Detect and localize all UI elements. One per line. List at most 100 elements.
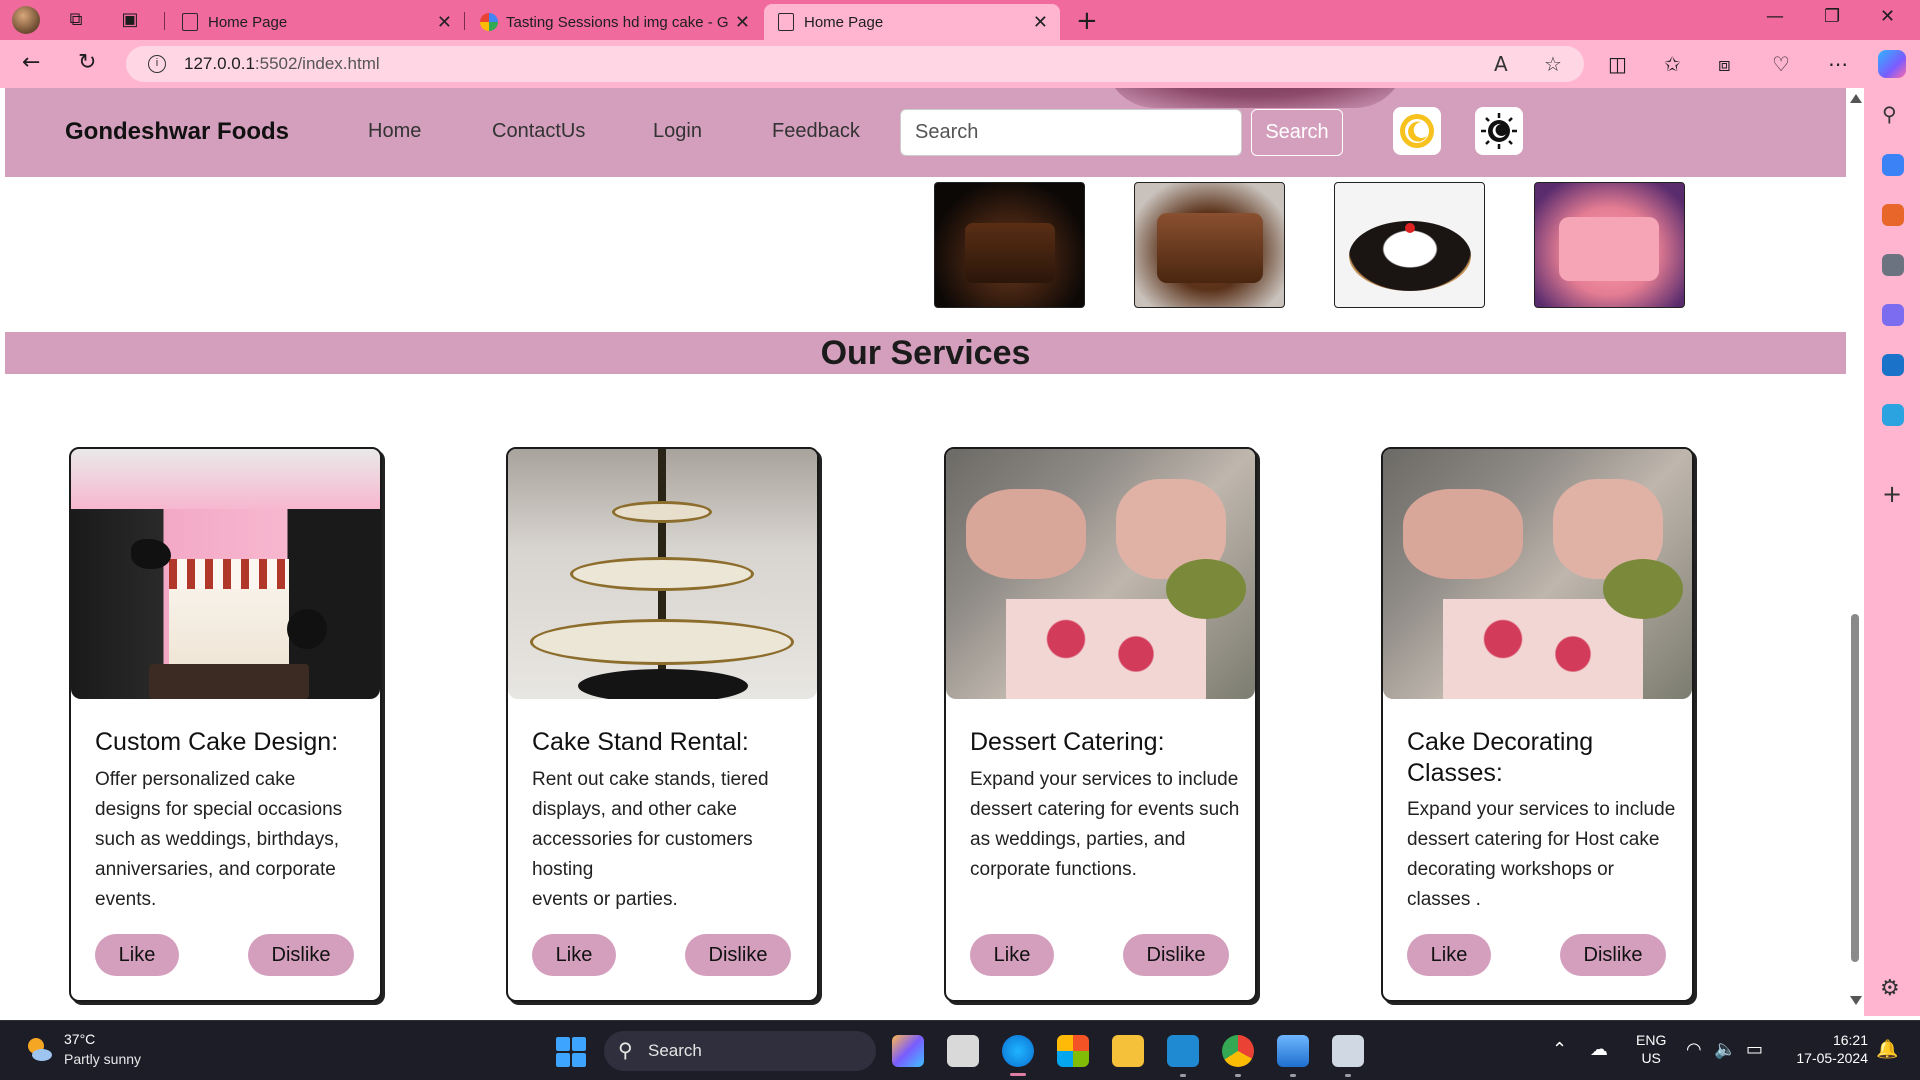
partly-sunny-icon[interactable] bbox=[24, 1035, 54, 1065]
tab-actions-icon[interactable]: ▣ bbox=[118, 8, 142, 32]
games-icon[interactable] bbox=[1882, 254, 1904, 276]
copilot-app-icon[interactable] bbox=[892, 1035, 924, 1067]
chrome-icon[interactable] bbox=[1222, 1035, 1254, 1067]
tab-separator bbox=[164, 12, 165, 30]
refresh-icon[interactable]: ↻ bbox=[78, 50, 96, 75]
dark-mode-icon[interactable] bbox=[1475, 107, 1523, 155]
split-screen-icon[interactable]: ◫ bbox=[1608, 52, 1627, 76]
search-icon[interactable]: ⚲ bbox=[1882, 102, 1897, 126]
address-bar: ← ↻ i 127.0.0.1:5502/index.html A ☆ ◫ ✩ … bbox=[0, 40, 1920, 88]
vscode-icon[interactable] bbox=[1167, 1035, 1199, 1067]
site-search-input[interactable] bbox=[900, 109, 1242, 156]
site-search-button[interactable]: Search bbox=[1251, 109, 1343, 156]
browser-essentials-icon[interactable]: ♡ bbox=[1772, 52, 1790, 76]
file-explorer-gray-icon[interactable] bbox=[947, 1035, 979, 1067]
like-button[interactable]: Like bbox=[970, 934, 1054, 976]
close-tab-icon[interactable]: ✕ bbox=[1033, 12, 1048, 33]
like-button[interactable]: Like bbox=[532, 934, 616, 976]
new-tab-icon[interactable]: + bbox=[1076, 6, 1098, 36]
onedrive-icon[interactable]: ☁ bbox=[1590, 1039, 1608, 1060]
system-clock[interactable]: 16:21 17-05-2024 bbox=[1784, 1031, 1868, 1067]
restore-icon[interactable]: ❐ bbox=[1824, 6, 1840, 27]
volume-icon[interactable]: 🔈 bbox=[1714, 1039, 1736, 1060]
shopping-icon[interactable] bbox=[1882, 154, 1904, 176]
drop-icon[interactable] bbox=[1882, 404, 1904, 426]
thumbnail-pink-rose-cake[interactable] bbox=[1534, 182, 1685, 308]
chevron-up-icon[interactable]: ⌃ bbox=[1552, 1039, 1567, 1060]
taskbar-search[interactable]: ⚲ Search bbox=[604, 1031, 876, 1071]
thumbnail-chocolate-frosted-cake[interactable] bbox=[1134, 182, 1285, 308]
tab-tasting-sessions[interactable]: Tasting Sessions hd img cake - G ✕ bbox=[466, 4, 762, 40]
search-icon: ⚲ bbox=[618, 1040, 633, 1062]
collections-icon[interactable]: ⧈ bbox=[1718, 52, 1731, 76]
file-explorer-icon[interactable] bbox=[1112, 1035, 1144, 1067]
tab-separator bbox=[464, 12, 465, 30]
page-icon bbox=[778, 13, 794, 31]
read-aloud-icon[interactable]: A bbox=[1494, 52, 1508, 76]
language-indicator[interactable]: ENG US bbox=[1636, 1031, 1666, 1067]
tab-title: Tasting Sessions hd img cake - G bbox=[506, 13, 729, 31]
microsoft-365-icon[interactable] bbox=[1882, 304, 1904, 326]
service-title: Custom Cake Design: bbox=[95, 728, 339, 756]
snipping-tool-icon[interactable] bbox=[1332, 1035, 1364, 1067]
add-sidebar-icon[interactable]: + bbox=[1882, 480, 1902, 508]
copilot-icon[interactable] bbox=[1878, 50, 1906, 78]
service-card-dessert-catering: Dessert Catering: Expand your services t… bbox=[944, 447, 1257, 1002]
nav-link-home[interactable]: Home bbox=[368, 120, 421, 143]
scroll-down-icon[interactable] bbox=[1850, 996, 1862, 1005]
like-button[interactable]: Like bbox=[95, 934, 179, 976]
windows-start-icon[interactable] bbox=[556, 1037, 586, 1067]
hero-cake-image bbox=[1105, 88, 1405, 108]
workspaces-icon[interactable]: ⧉ bbox=[64, 8, 88, 32]
dislike-button[interactable]: Dislike bbox=[248, 934, 354, 976]
site-brand[interactable]: Gondeshwar Foods bbox=[65, 118, 289, 146]
microsoft-store-icon[interactable] bbox=[1057, 1035, 1089, 1067]
tools-icon[interactable] bbox=[1882, 204, 1904, 226]
dislike-button[interactable]: Dislike bbox=[1560, 934, 1666, 976]
more-options-icon[interactable]: ⋯ bbox=[1828, 52, 1848, 76]
notification-bell-icon[interactable]: 🔔 bbox=[1876, 1039, 1898, 1060]
scroll-up-icon[interactable] bbox=[1850, 94, 1862, 103]
photos-icon[interactable] bbox=[1277, 1035, 1309, 1067]
tab-home-page-1[interactable]: Home Page ✕ bbox=[168, 4, 464, 40]
edge-browser-icon[interactable] bbox=[1002, 1035, 1034, 1067]
back-icon[interactable]: ← bbox=[22, 50, 40, 75]
dislike-button[interactable]: Dislike bbox=[1123, 934, 1229, 976]
close-tab-icon[interactable]: ✕ bbox=[735, 12, 750, 33]
service-image-custom-cake bbox=[71, 449, 380, 699]
edge-sidebar: ⚲ + ⚙ bbox=[1864, 88, 1920, 1016]
thumbnail-black-forest-cake[interactable] bbox=[1334, 182, 1485, 308]
info-icon[interactable]: i bbox=[148, 55, 166, 73]
close-window-icon[interactable]: ✕ bbox=[1880, 6, 1895, 27]
url-field[interactable]: i 127.0.0.1:5502/index.html bbox=[126, 46, 1584, 82]
active-app-indicator bbox=[1010, 1073, 1026, 1076]
settings-gear-icon[interactable]: ⚙ bbox=[1880, 976, 1900, 1001]
service-image-decorating-classes bbox=[1383, 449, 1692, 699]
scrollbar-thumb[interactable] bbox=[1851, 614, 1859, 962]
battery-icon[interactable]: ▭ bbox=[1746, 1039, 1763, 1060]
wifi-icon[interactable]: ◠ bbox=[1686, 1039, 1702, 1060]
tab-home-page-active[interactable]: Home Page ✕ bbox=[764, 4, 1060, 40]
service-description: Expand your services to include dessert … bbox=[1407, 799, 1676, 910]
close-tab-icon[interactable]: ✕ bbox=[437, 12, 452, 33]
weather-description[interactable]: Partly sunny bbox=[64, 1051, 141, 1067]
page-scrollbar[interactable] bbox=[1846, 88, 1864, 1016]
like-button[interactable]: Like bbox=[1407, 934, 1491, 976]
service-title: Cake Stand Rental: bbox=[532, 728, 749, 756]
nav-link-feedback[interactable]: Feedback bbox=[772, 120, 860, 143]
tab-title: Home Page bbox=[804, 13, 884, 31]
nav-link-contactus[interactable]: ContactUs bbox=[492, 120, 585, 143]
weather-temperature[interactable]: 37°C bbox=[64, 1031, 95, 1047]
light-mode-icon[interactable] bbox=[1393, 107, 1441, 155]
profile-avatar[interactable] bbox=[12, 6, 40, 34]
outlook-icon[interactable] bbox=[1882, 354, 1904, 376]
nav-link-login[interactable]: Login bbox=[653, 120, 702, 143]
favorites-icon[interactable]: ✩ bbox=[1664, 52, 1681, 76]
favorite-star-icon[interactable]: ☆ bbox=[1544, 52, 1562, 76]
thumbnail-chocolate-drip-cake[interactable] bbox=[934, 182, 1085, 308]
minimize-icon[interactable]: — bbox=[1766, 6, 1784, 27]
language-code: ENG bbox=[1636, 1032, 1667, 1048]
running-app-indicator bbox=[1235, 1074, 1241, 1077]
service-description: Offer personalized cake designs for spec… bbox=[95, 769, 343, 910]
dislike-button[interactable]: Dislike bbox=[685, 934, 791, 976]
